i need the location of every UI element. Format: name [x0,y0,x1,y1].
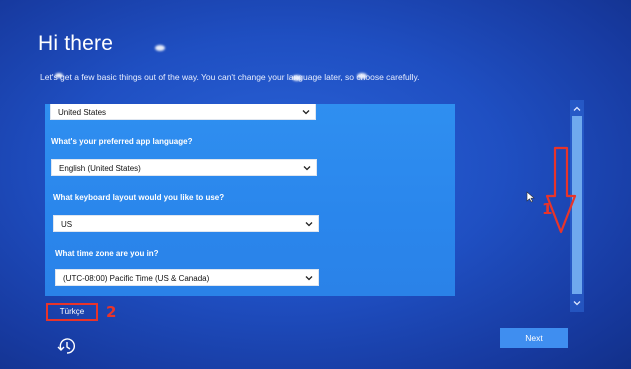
annotation-label-2: 2 [106,303,117,321]
scroll-down-icon[interactable] [572,298,582,308]
chevron-down-icon [302,110,310,115]
app-language-label: What's your preferred app language? [51,137,193,146]
timezone-value: (UTC-08:00) Pacific Time (US & Canada) [63,274,210,283]
accessibility-icon[interactable] [56,336,78,356]
mouse-cursor-icon [526,191,535,203]
keyboard-dropdown[interactable]: US [53,215,319,232]
chevron-down-icon [305,276,313,281]
country-value: United States [58,108,107,117]
settings-panel: United States What's your preferred app … [45,104,455,296]
page-subtitle: Let's get a few basic things out of the … [40,72,420,82]
down-arrow-annotation [545,146,577,234]
country-dropdown[interactable]: United States [50,104,316,120]
timezone-dropdown[interactable]: (UTC-08:00) Pacific Time (US & Canada) [55,269,319,286]
screen-glare [155,45,165,51]
annotation-label-1: 1 [542,200,553,218]
language-link-turkish[interactable]: Türkçe [46,303,98,321]
page-title: Hi there [38,32,114,55]
chevron-down-icon [305,222,313,227]
timezone-label: What time zone are you in? [55,249,159,258]
app-language-dropdown[interactable]: English (United States) [51,159,317,176]
next-button[interactable]: Next [500,328,568,348]
chevron-down-icon [303,166,311,171]
app-language-value: English (United States) [59,164,141,173]
keyboard-label: What keyboard layout would you like to u… [53,193,225,202]
keyboard-value: US [61,220,73,229]
scroll-up-icon[interactable] [572,104,582,114]
